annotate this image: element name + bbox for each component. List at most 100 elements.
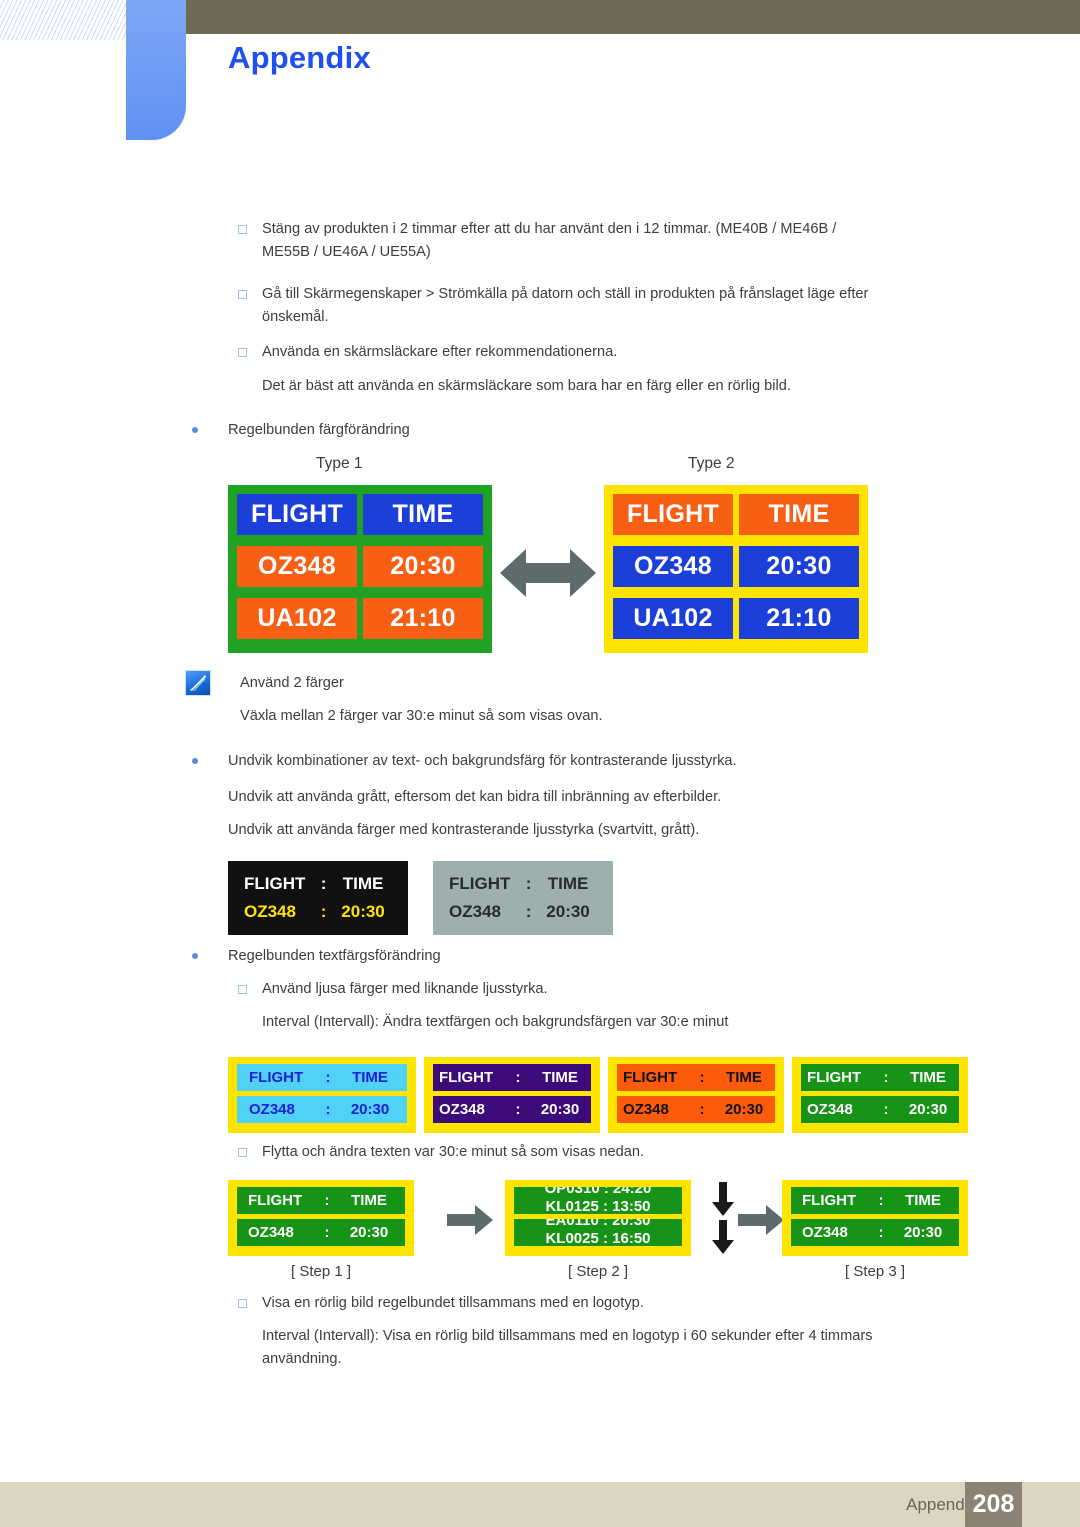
bullet-square-icon [238,1148,247,1157]
time-value: TIME [726,1069,762,1086]
contrast-box-line: OZ348:20:30 [244,898,392,926]
arrow-down-icon [712,1220,734,1259]
type-board-cell: OZ348 [237,546,357,587]
step1-board: FLIGHT: TIME OZ348: 20:30 [228,1180,414,1256]
time-value: TIME [547,874,589,893]
type1-label: Type 1 [316,455,363,472]
type1-board: FLIGHT TIME OZ348 20:30 UA102 21:10 [228,485,492,653]
color-board-line: FLIGHT: TIME [433,1064,591,1091]
flight-code: OZ348 [802,1224,848,1241]
time-value: TIME [542,1069,578,1086]
bullet-disc-icon [192,953,198,959]
bullet-square-icon [238,348,247,357]
header-bar [186,0,1080,34]
arrow-down-icon [712,1182,734,1221]
body-paragraph: Regelbunden färgförändring [228,422,410,438]
separator: : [883,1069,889,1086]
flight-code: FLIGHT [244,874,306,893]
step2-board: OP0310 : 24:20 KL0125 : 13:50 EA0110 : 2… [505,1180,691,1256]
body-paragraph: Visa en rörlig bild regelbundet tillsamm… [262,1295,644,1311]
body-paragraph: Interval (Intervall): Visa en rörlig bil… [262,1328,873,1367]
time-value: TIME [352,1069,388,1086]
separator: : [515,1101,521,1118]
color-board-line: FLIGHT: TIME [617,1064,775,1091]
type-board-cell: 21:10 [739,598,859,639]
step-caption-close: ] [623,1263,629,1280]
body-paragraph: Interval (Intervall): Ändra textfärgen o… [262,1014,729,1030]
body-paragraph: Undvik att använda grått, eftersom det k… [228,789,722,805]
separator: : [320,874,327,893]
bullet-square-icon [238,290,247,299]
footer-page-number: 208 [972,1490,1015,1518]
separator: : [883,1101,889,1118]
arrow-right-icon [738,1205,784,1240]
time-value: 20:30 [350,1101,390,1118]
step-caption-number: 3 [888,1263,901,1280]
separator: : [515,1069,521,1086]
bullet-disc-icon [192,758,198,764]
step-caption-close: ] [900,1263,906,1280]
separator: : [325,1069,331,1086]
time-value: 20:30 [908,1101,948,1118]
page-title: Appendix [228,40,371,75]
type-board-cell: UA102 [237,598,357,639]
time-value: 20:30 [341,902,385,921]
separator: : [320,902,327,921]
flight-code: FLIGHT [249,1069,304,1086]
double-arrow-icon [500,545,596,606]
flight-code: FLIGHT [248,1192,303,1209]
separator: : [878,1224,884,1241]
body-paragraph: Gå till Skärmegenskaper > Strömkälla på … [262,286,869,325]
separator: : [325,1101,331,1118]
step-board-line: FLIGHT: TIME [791,1187,959,1214]
note-title: Använd 2 färger [240,675,344,691]
flight-code: OZ348 [248,1224,294,1241]
color-board-line: OZ348: 20:30 [433,1096,591,1123]
step-board-line: OZ348: 20:30 [791,1219,959,1246]
contrast-box-line: FLIGHT: TIME [244,870,392,898]
time-value: 20:30 [540,1101,580,1118]
contrast-box-line: OZ348:20:30 [449,898,597,926]
flight-code: FLIGHT [802,1192,857,1209]
body-paragraph: Flytta och ändra texten var 30:e minut s… [262,1144,645,1160]
time-value: TIME [351,1192,387,1209]
type2-label: Type 2 [688,455,735,472]
step-caption-number: 2 [611,1263,624,1280]
bullet-disc-icon [192,427,198,433]
flight-code: OZ348 [244,902,296,921]
type-board-cell: TIME [739,494,859,535]
flight-code: OZ348 [807,1101,853,1118]
separator: : [525,874,532,893]
step2-band2-bottom: KL0025 : 16:50 [545,1229,651,1247]
step3-board: FLIGHT: TIME OZ348: 20:30 [782,1180,968,1256]
flight-code: OZ348 [249,1101,295,1118]
type-board-cell: FLIGHT [613,494,733,535]
color-board-cyan: FLIGHT: TIME OZ348: 20:30 [228,1057,416,1133]
time-value: 20:30 [724,1101,764,1118]
color-board-line: OZ348: 20:30 [801,1096,959,1123]
step-caption-word: Step [299,1263,335,1280]
separator: : [324,1192,330,1209]
color-board-line: OZ348: 20:30 [237,1096,407,1123]
time-value: 20:30 [903,1224,943,1241]
body-paragraph: Regelbunden textfärgsförändring [228,948,441,964]
body-paragraph: Undvik att använda färger med kontraster… [228,822,700,838]
note-text: Växla mellan 2 färger var 30:e minut så … [240,708,603,724]
separator: : [699,1069,705,1086]
header-hatch-decoration [0,0,126,40]
color-board-green: FLIGHT: TIME OZ348: 20:30 [792,1057,968,1133]
separator: : [878,1192,884,1209]
color-board-line: FLIGHT: TIME [237,1064,407,1091]
flight-code: FLIGHT [623,1069,678,1086]
color-board-orange: FLIGHT: TIME OZ348: 20:30 [608,1057,784,1133]
flight-code: FLIGHT [807,1069,862,1086]
bullet-square-icon [238,985,247,994]
time-value: TIME [342,874,384,893]
time-value: TIME [910,1069,946,1086]
type-board-cell: 20:30 [739,546,859,587]
type-board-cell: 21:10 [363,598,483,639]
body-paragraph: Stäng av produkten i 2 timmar efter att … [262,221,837,260]
step2-caption: [ Step 2 ] [505,1263,691,1280]
type2-board: FLIGHT TIME OZ348 20:30 UA102 21:10 [604,485,868,653]
step2-scroll-band-2: EA0110 : 20:30 KL0025 : 16:50 [514,1219,682,1246]
